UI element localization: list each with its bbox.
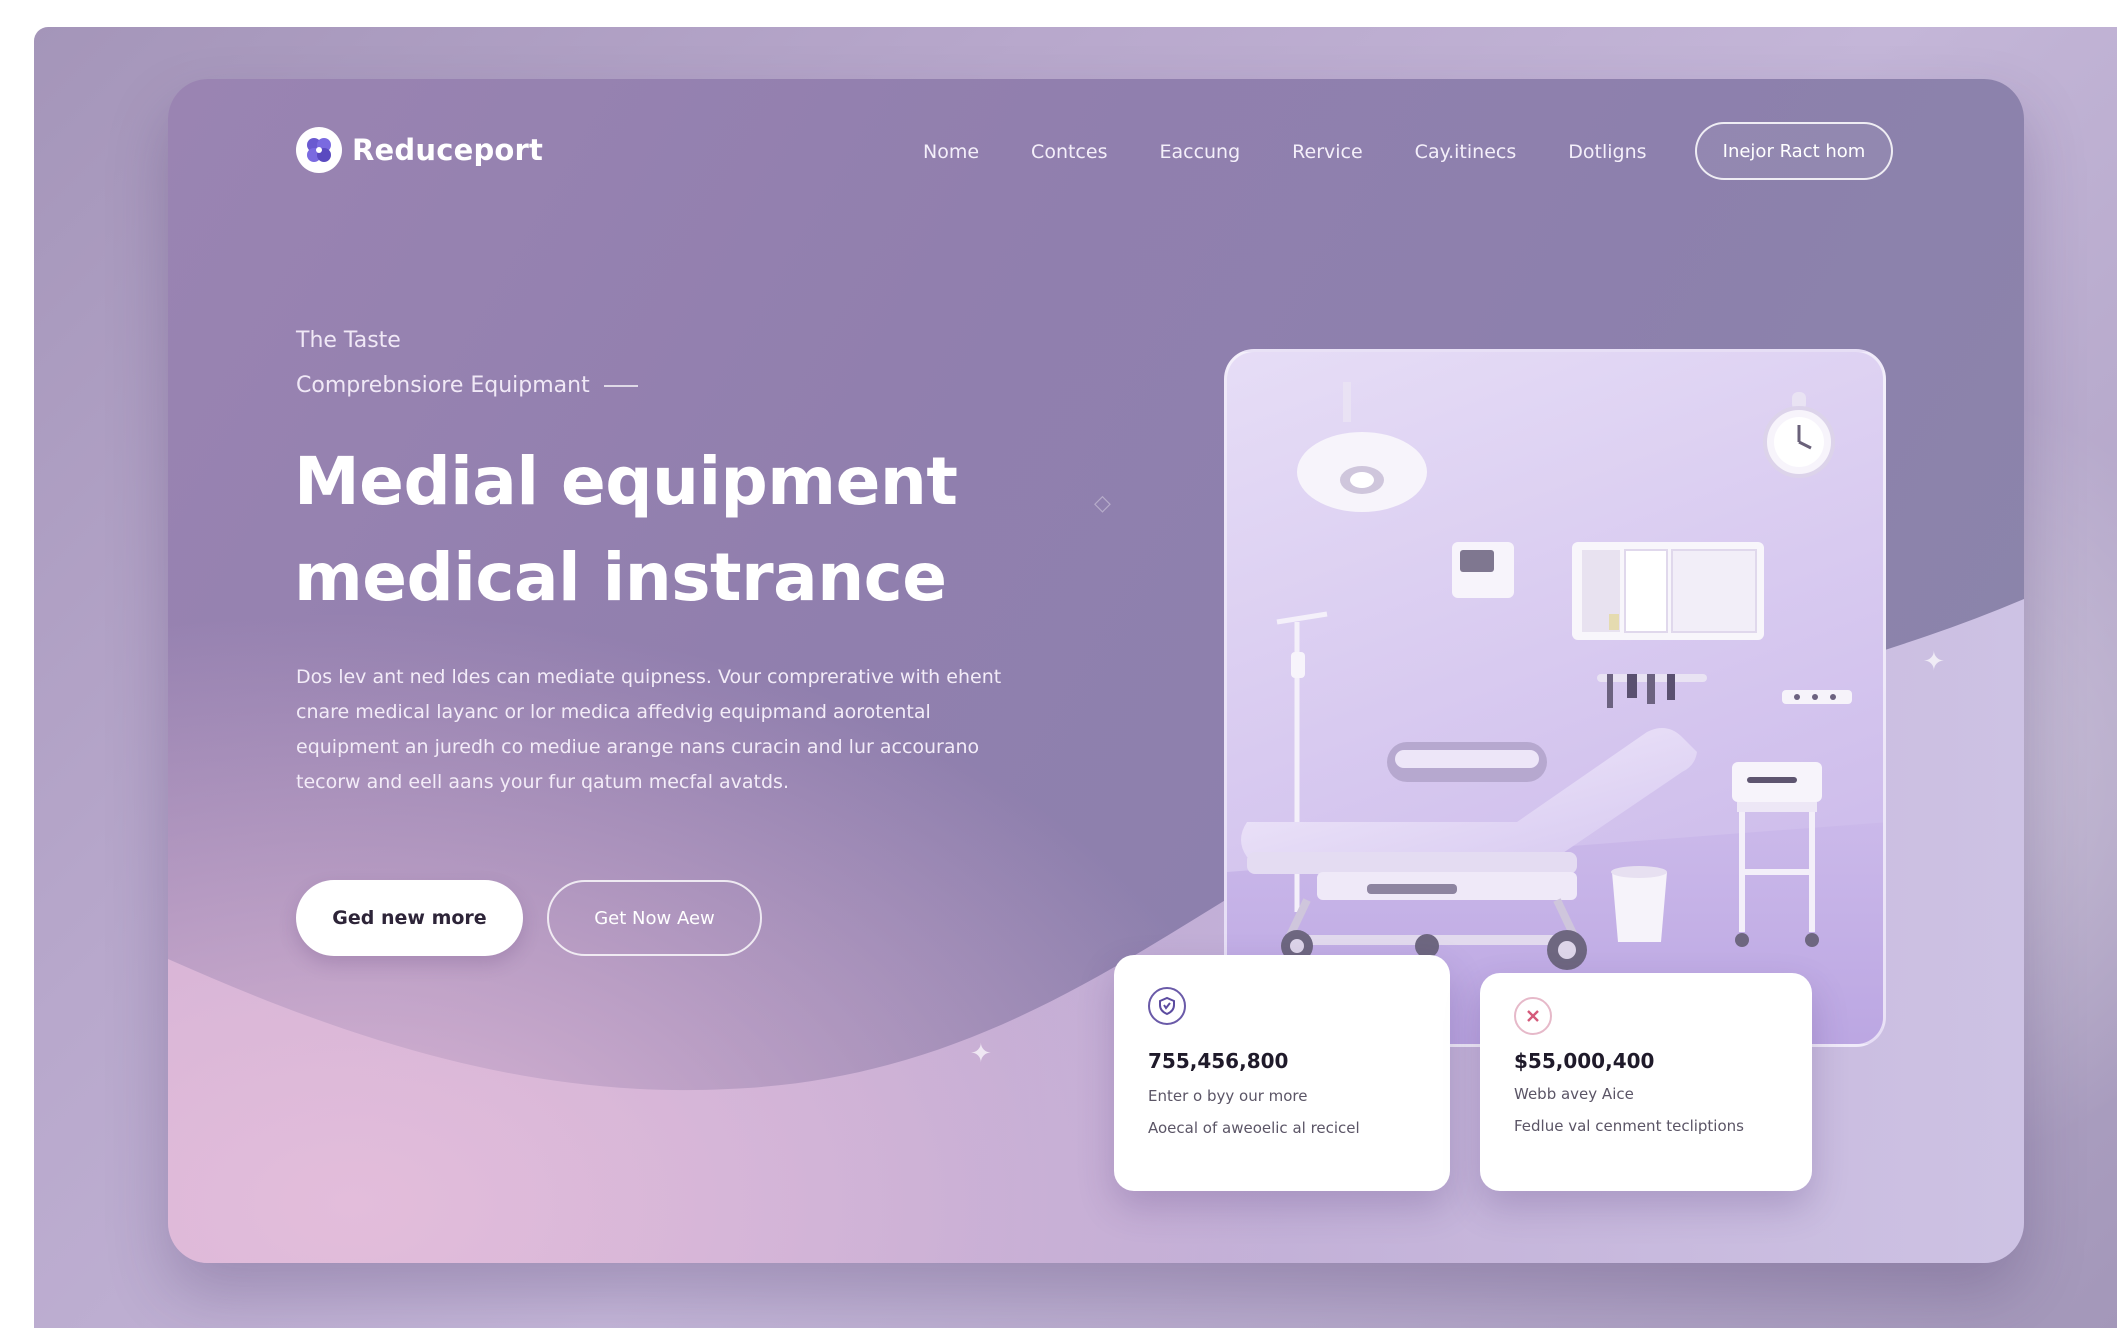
hero-subeyebrow-text: Comprebnsiore Equipmant (296, 373, 590, 398)
medical-room-illustration (1224, 349, 1886, 1047)
medical-room-scene (1227, 382, 1883, 1044)
eyebrow-divider (603, 384, 638, 387)
nav-item-contacts[interactable]: Contces (1031, 141, 1107, 163)
description-line: tecorw and eell aans your fur qatum mecf… (296, 771, 789, 793)
nav-item-catalog[interactable]: Eaccung (1159, 141, 1240, 163)
stat-sublabel: Aoecal of aweoelic al recicel (1148, 1119, 1360, 1137)
stat-value: 755,456,800 (1148, 1049, 1289, 1073)
nav-cta-button[interactable]: Inejor Ract hom (1695, 122, 1893, 180)
stat-value: $55,000,400 (1514, 1049, 1655, 1073)
hero-eyebrow: The Taste (296, 328, 401, 353)
nav-item-service[interactable]: Rervice (1292, 141, 1363, 163)
nav-item-home[interactable]: Nome (923, 141, 979, 163)
nav-item-designs[interactable]: Dotligns (1568, 141, 1646, 163)
description-line: equipment an juredh co mediue arange nan… (296, 736, 980, 758)
description-line: Dos lev ant ned ldes can mediate quipnes… (296, 666, 1002, 688)
primary-cta-button[interactable]: Ged new more (296, 880, 523, 956)
cross-icon (1514, 997, 1552, 1035)
stat-card[interactable]: $55,000,400 Webb avey Aice Fedlue val ce… (1480, 973, 1812, 1191)
stat-label: Webb avey Aice (1514, 1085, 1634, 1103)
hero-description: Dos lev ant ned ldes can mediate quipnes… (296, 660, 1056, 800)
description-line: cnare medical layanc or lor medica affed… (296, 701, 931, 723)
headline-line-1: Medial equipment (294, 443, 958, 520)
hero-card: Reduceport Nome Contces Eaccung Rervice … (168, 79, 2024, 1263)
headline-line-2: medical instrance (294, 539, 947, 616)
secondary-cta-button[interactable]: Get Now Aew (547, 880, 762, 956)
diamond-icon: ◇ (1094, 491, 1111, 516)
stat-label: Enter o byy our more (1148, 1087, 1308, 1105)
hero-subeyebrow: Comprebnsiore Equipmant (296, 373, 638, 398)
brand-name: Reduceport (352, 133, 544, 167)
shield-icon (1148, 987, 1186, 1025)
hero-headline: Medial equipment medical instrance (294, 434, 1094, 626)
brand[interactable]: Reduceport (296, 127, 543, 173)
sparkle-icon: ✦ (970, 1039, 992, 1069)
flower-logo-icon (296, 127, 342, 173)
sparkle-icon: ✦ (1923, 647, 1945, 677)
nav-item-categories[interactable]: Cay.itinecs (1415, 141, 1517, 163)
stat-sublabel: Fedlue val cenment tecliptions (1514, 1117, 1744, 1135)
main-nav: Nome Contces Eaccung Rervice Cay.itinecs… (923, 141, 1647, 163)
stat-card[interactable]: 755,456,800 Enter o byy our more Aoecal … (1114, 955, 1450, 1191)
